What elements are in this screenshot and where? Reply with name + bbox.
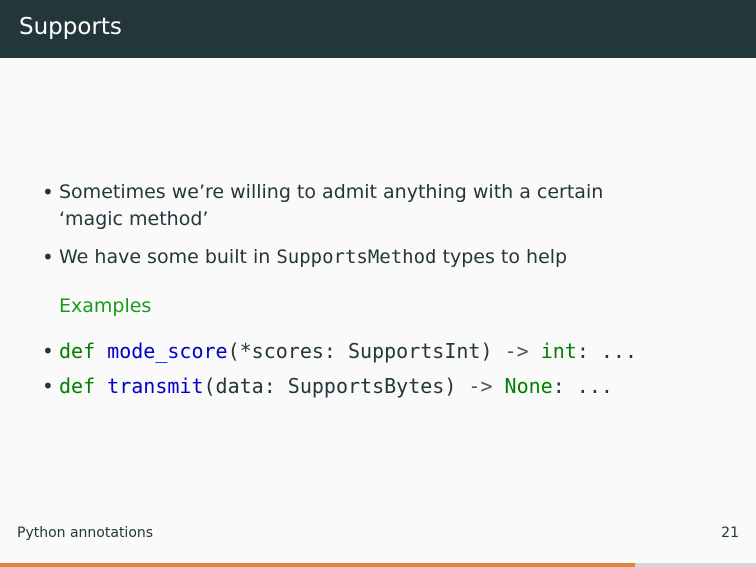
bullet-marker: • bbox=[42, 339, 54, 363]
code-function-name: mode_score bbox=[107, 339, 228, 363]
code-params: (data: SupportsBytes) bbox=[203, 374, 469, 398]
bullet-marker: • bbox=[42, 180, 54, 204]
slide-progress-fill bbox=[0, 563, 636, 567]
code-keyword: def bbox=[59, 374, 96, 398]
page-number: 21 bbox=[721, 525, 739, 541]
examples-heading: Examples bbox=[59, 295, 152, 317]
bullet-text-suffix: types to help bbox=[436, 246, 568, 268]
code-return-type: None bbox=[504, 374, 553, 398]
code-params: (*scores: SupportsInt) bbox=[227, 339, 505, 363]
code-line-mode-score: def mode_score(*scores: SupportsInt) -> … bbox=[59, 339, 637, 363]
code-return-type: int bbox=[540, 339, 577, 363]
bullet-text-magic-method: Sometimes we’re willing to admit anythin… bbox=[59, 181, 604, 230]
slide-header: Supports bbox=[0, 0, 756, 58]
code-tail: : ... bbox=[552, 374, 613, 398]
code-arrow: -> bbox=[468, 374, 493, 398]
bullet-text-supports-method: We have some built in SupportsMethod typ… bbox=[59, 244, 679, 271]
inline-code-supports-method: SupportsMethod bbox=[276, 246, 437, 268]
bullet-text-prefix: We have some built in bbox=[59, 246, 277, 268]
code-arrow: -> bbox=[504, 339, 529, 363]
footer-title: Python annotations bbox=[17, 525, 154, 541]
code-line-transmit: def transmit(data: SupportsBytes) -> Non… bbox=[59, 374, 613, 398]
bullet-marker: • bbox=[42, 245, 54, 269]
code-keyword: def bbox=[59, 339, 96, 363]
code-function-name: transmit bbox=[107, 374, 204, 398]
bullet-marker: • bbox=[42, 374, 54, 398]
code-tail: : ... bbox=[576, 339, 638, 363]
slide-title: Supports bbox=[19, 14, 122, 40]
slide-progress-bar bbox=[0, 563, 756, 567]
